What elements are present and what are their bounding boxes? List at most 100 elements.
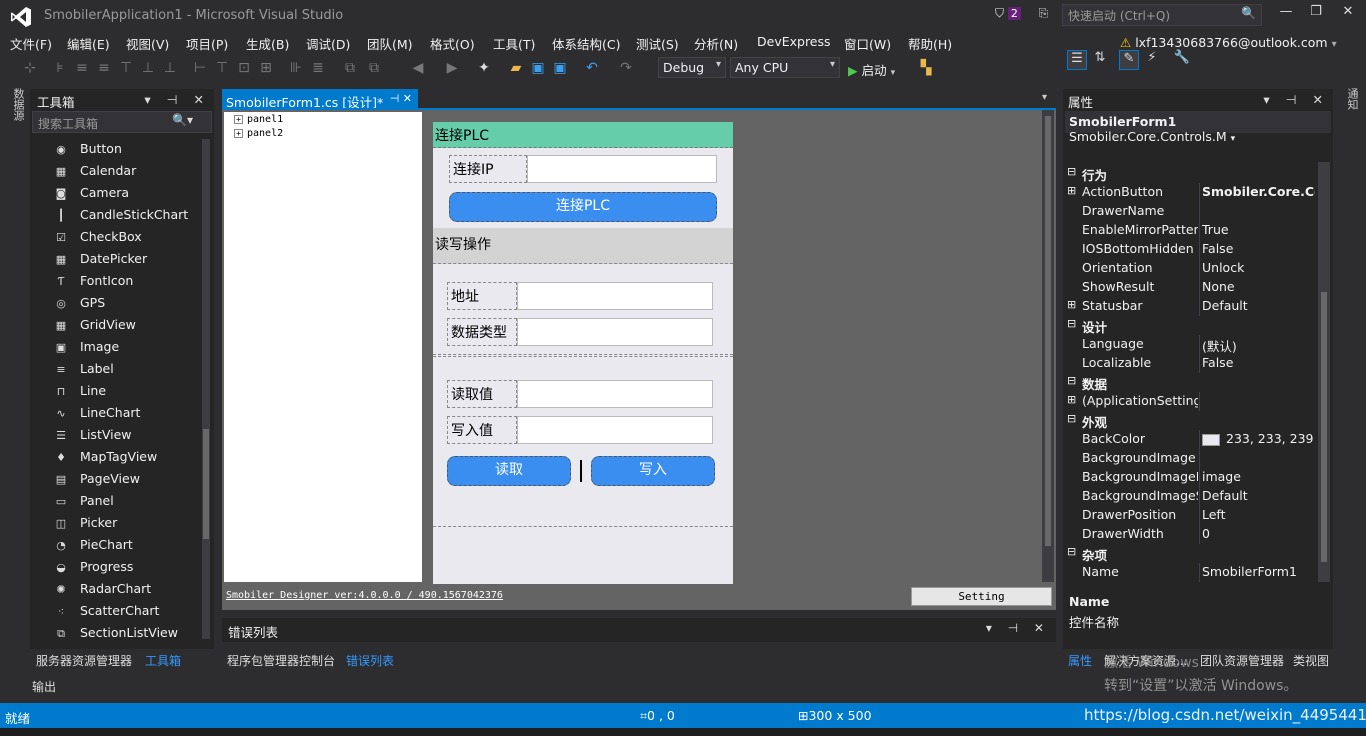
tab-smobilerform1-design[interactable]: SmobilerForm1.cs [设计]* ⊣ ✕ [222,89,418,110]
property-value[interactable]: 233, 233, 239 [1202,431,1315,446]
chevron-down-icon[interactable]: ▾ [1042,92,1047,103]
open-folder-icon[interactable]: ▰ [508,60,524,76]
tab-team-explorer[interactable]: 团队资源管理器 [1200,652,1284,669]
panel-controls[interactable]: ▾ ⊣ ✕ [144,92,210,107]
ip-label[interactable]: 连接IP [449,155,527,183]
toolbox-item-fonticon[interactable]: Ƭ FontIcon [54,273,134,293]
maximize-button[interactable]: ❐ [1302,4,1330,24]
property-row[interactable]: DrawerPosition Left [1063,506,1315,525]
property-category[interactable]: ⊟ 设计 [1063,316,1315,335]
property-row[interactable]: Orientation Unlock [1063,259,1315,278]
toolbox-item-maptagview[interactable]: ♦ MapTagView [54,449,157,469]
data-type-input[interactable] [517,318,713,346]
property-value[interactable]: Default [1202,298,1315,313]
same-width-icon[interactable]: ⊢ [192,60,208,76]
property-row[interactable]: ⊞ ActionButton Smobiler.Core.Con [1063,183,1315,202]
expand-icon[interactable]: ⊞ [1067,393,1077,406]
write-value-input[interactable] [517,416,713,444]
menu-window[interactable]: 窗口(W) [844,34,891,53]
property-category[interactable]: ⊟ 数据 [1063,373,1315,392]
property-row[interactable]: Localizable False [1063,354,1315,373]
tree-node-panel1[interactable]: + panel1 [234,114,283,125]
property-value[interactable]: Left [1202,507,1315,522]
tab-toolbox[interactable]: 工具箱 [145,652,181,669]
menu-edit[interactable]: 编辑(E) [67,34,110,53]
same-size-icon[interactable]: ⊡ [236,60,252,76]
bring-front-icon[interactable]: ⧉ [342,60,358,76]
property-value[interactable]: (默认) [1202,336,1315,355]
properties-scrollbar[interactable] [1318,162,1330,582]
menu-architecture[interactable]: 体系结构(C) [552,34,620,53]
property-row[interactable]: BackgroundImagePosition image [1063,468,1315,487]
tab-error-list[interactable]: 错误列表 [346,652,394,669]
toolbox-scrollbar[interactable] [202,139,210,639]
property-value[interactable]: Smobiler.Core.Con [1202,184,1315,199]
property-value[interactable]: 0 [1202,526,1315,541]
read-value-input[interactable] [517,380,713,408]
property-category[interactable]: ⊟ 行为 [1063,164,1315,183]
events-icon[interactable]: ⚡ [1142,50,1162,70]
ip-input[interactable] [527,155,717,183]
connect-plc-button[interactable]: 连接PLC [449,192,717,222]
toolbox-item-button[interactable]: ◉ Button [54,141,122,161]
forward-icon[interactable]: ▶ [444,60,460,76]
pin-close-icon[interactable]: ⊣ ✕ [390,92,412,105]
property-row[interactable]: Name SmobilerForm1 [1063,563,1315,582]
toolbox-item-image[interactable]: ▣ Image [54,339,119,359]
alphabetical-icon[interactable]: ⇅ [1090,50,1110,70]
property-category[interactable]: ⊟ 外观 [1063,411,1315,430]
toolbox-item-listview[interactable]: ☰ ListView [54,427,131,447]
menu-devexpress[interactable]: DevExpress [757,34,831,49]
toolbox-search-input[interactable]: 搜索工具箱 🔍▾ [32,111,212,133]
toolbox-item-gps[interactable]: ◎ GPS [54,295,105,315]
notifications-side-tab[interactable]: 通知 [1342,88,1360,118]
toolbox-item-radarchart[interactable]: ✺ RadarChart [54,581,151,601]
property-value[interactable]: False [1202,355,1315,370]
toolbox-item-sectionlistview[interactable]: ⧉ SectionListView [54,625,178,645]
toolbox-item-datepicker[interactable]: ▦ DatePicker [54,251,147,271]
setting-button[interactable]: Setting [911,587,1052,606]
collapse-icon[interactable]: ⊟ [1067,317,1077,330]
toolbox-item-line[interactable]: ⊓ Line [54,383,106,403]
menu-project[interactable]: 项目(P) [186,34,228,53]
properties-icon[interactable]: ✎ [1119,50,1139,70]
property-value[interactable]: Unlock [1202,260,1315,275]
notification-area[interactable]: ⛉ 2 ⎘ [995,6,1048,21]
property-value[interactable]: Default [1202,488,1315,503]
read-button[interactable]: 读取 [447,456,571,486]
toolbox-item-camera[interactable]: ◙ Camera [54,185,129,205]
toolbox-item-candlestickchart[interactable]: ┃ CandleStickChart [54,207,189,227]
undo-icon[interactable]: ↶ [584,60,600,76]
menu-analyze[interactable]: 分析(N) [694,34,738,53]
address-input[interactable] [517,282,713,310]
read-write-section-title[interactable]: 读写操作 [433,228,733,264]
property-row[interactable]: BackgroundImageSize Default [1063,487,1315,506]
datasource-side-tab[interactable]: 数据源 [8,88,26,128]
expand-icon[interactable]: + [234,115,243,124]
h-spacing-icon[interactable]: ⊪ [288,60,304,76]
expand-icon[interactable]: + [234,129,243,138]
align-top-icon[interactable]: ⊤ [118,60,134,76]
platform-select[interactable]: Any CPU ▾ [730,57,840,78]
menu-debug[interactable]: 调试(D) [306,34,350,53]
collapse-icon[interactable]: ⊟ [1067,545,1077,558]
property-row[interactable]: DrawerWidth 0 [1063,525,1315,544]
tab-package-manager-console[interactable]: 程序包管理器控制台 [227,652,335,669]
grid-align-icon[interactable]: ⊞ [258,60,274,76]
menu-test[interactable]: 测试(S) [636,34,679,53]
toolbox-item-scatterchart[interactable]: ⁖ ScatterChart [54,603,160,623]
menu-tools[interactable]: 工具(T) [493,34,535,53]
close-button[interactable]: ✕ [1334,4,1362,24]
menu-view[interactable]: 视图(V) [126,34,169,53]
align-middle-icon[interactable]: ⊥ [140,60,156,76]
menu-help[interactable]: 帮助(H) [908,34,952,53]
read-value-label[interactable]: 读取值 [447,380,517,408]
scrollbar-thumb[interactable] [1045,116,1051,546]
collapse-icon[interactable]: ⊟ [1067,412,1077,425]
property-value[interactable]: image [1202,469,1315,484]
back-icon[interactable]: ◀ [410,60,426,76]
menu-build[interactable]: 生成(B) [246,34,289,53]
property-row[interactable]: DrawerName [1063,202,1315,221]
align-left-icon[interactable]: ⊧ [52,60,68,76]
write-value-label[interactable]: 写入值 [447,416,517,444]
